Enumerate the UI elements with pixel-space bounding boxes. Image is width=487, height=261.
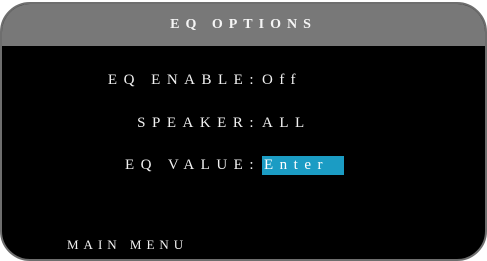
header-bar: EQ OPTIONS	[2, 4, 485, 46]
page-title: EQ OPTIONS	[170, 17, 317, 32]
menu-item-eq-value[interactable]: EQ VALUE: Enter	[2, 156, 485, 175]
menu-item-label: EQ VALUE	[124, 157, 250, 173]
eq-enable-value[interactable]: Off	[260, 72, 302, 89]
menu-item-label: SPEAKER	[137, 115, 250, 131]
menu-item-separator: :	[249, 115, 260, 131]
menu-item-label: EQ ENABLE	[107, 72, 250, 88]
menu-item-eq-enable[interactable]: EQ ENABLE: Off	[2, 72, 485, 89]
speaker-value[interactable]: ALL	[260, 115, 311, 132]
osd-screen: EQ OPTIONS EQ ENABLE: Off SPEAKER: ALL E…	[0, 2, 487, 261]
menu-item-separator: :	[249, 157, 260, 173]
menu-item-separator: :	[249, 72, 260, 88]
menu-item-speaker[interactable]: SPEAKER: ALL	[2, 115, 485, 132]
eq-value-enter-button[interactable]: Enter	[262, 156, 344, 175]
main-menu-link[interactable]: MAIN MENU	[67, 237, 188, 253]
